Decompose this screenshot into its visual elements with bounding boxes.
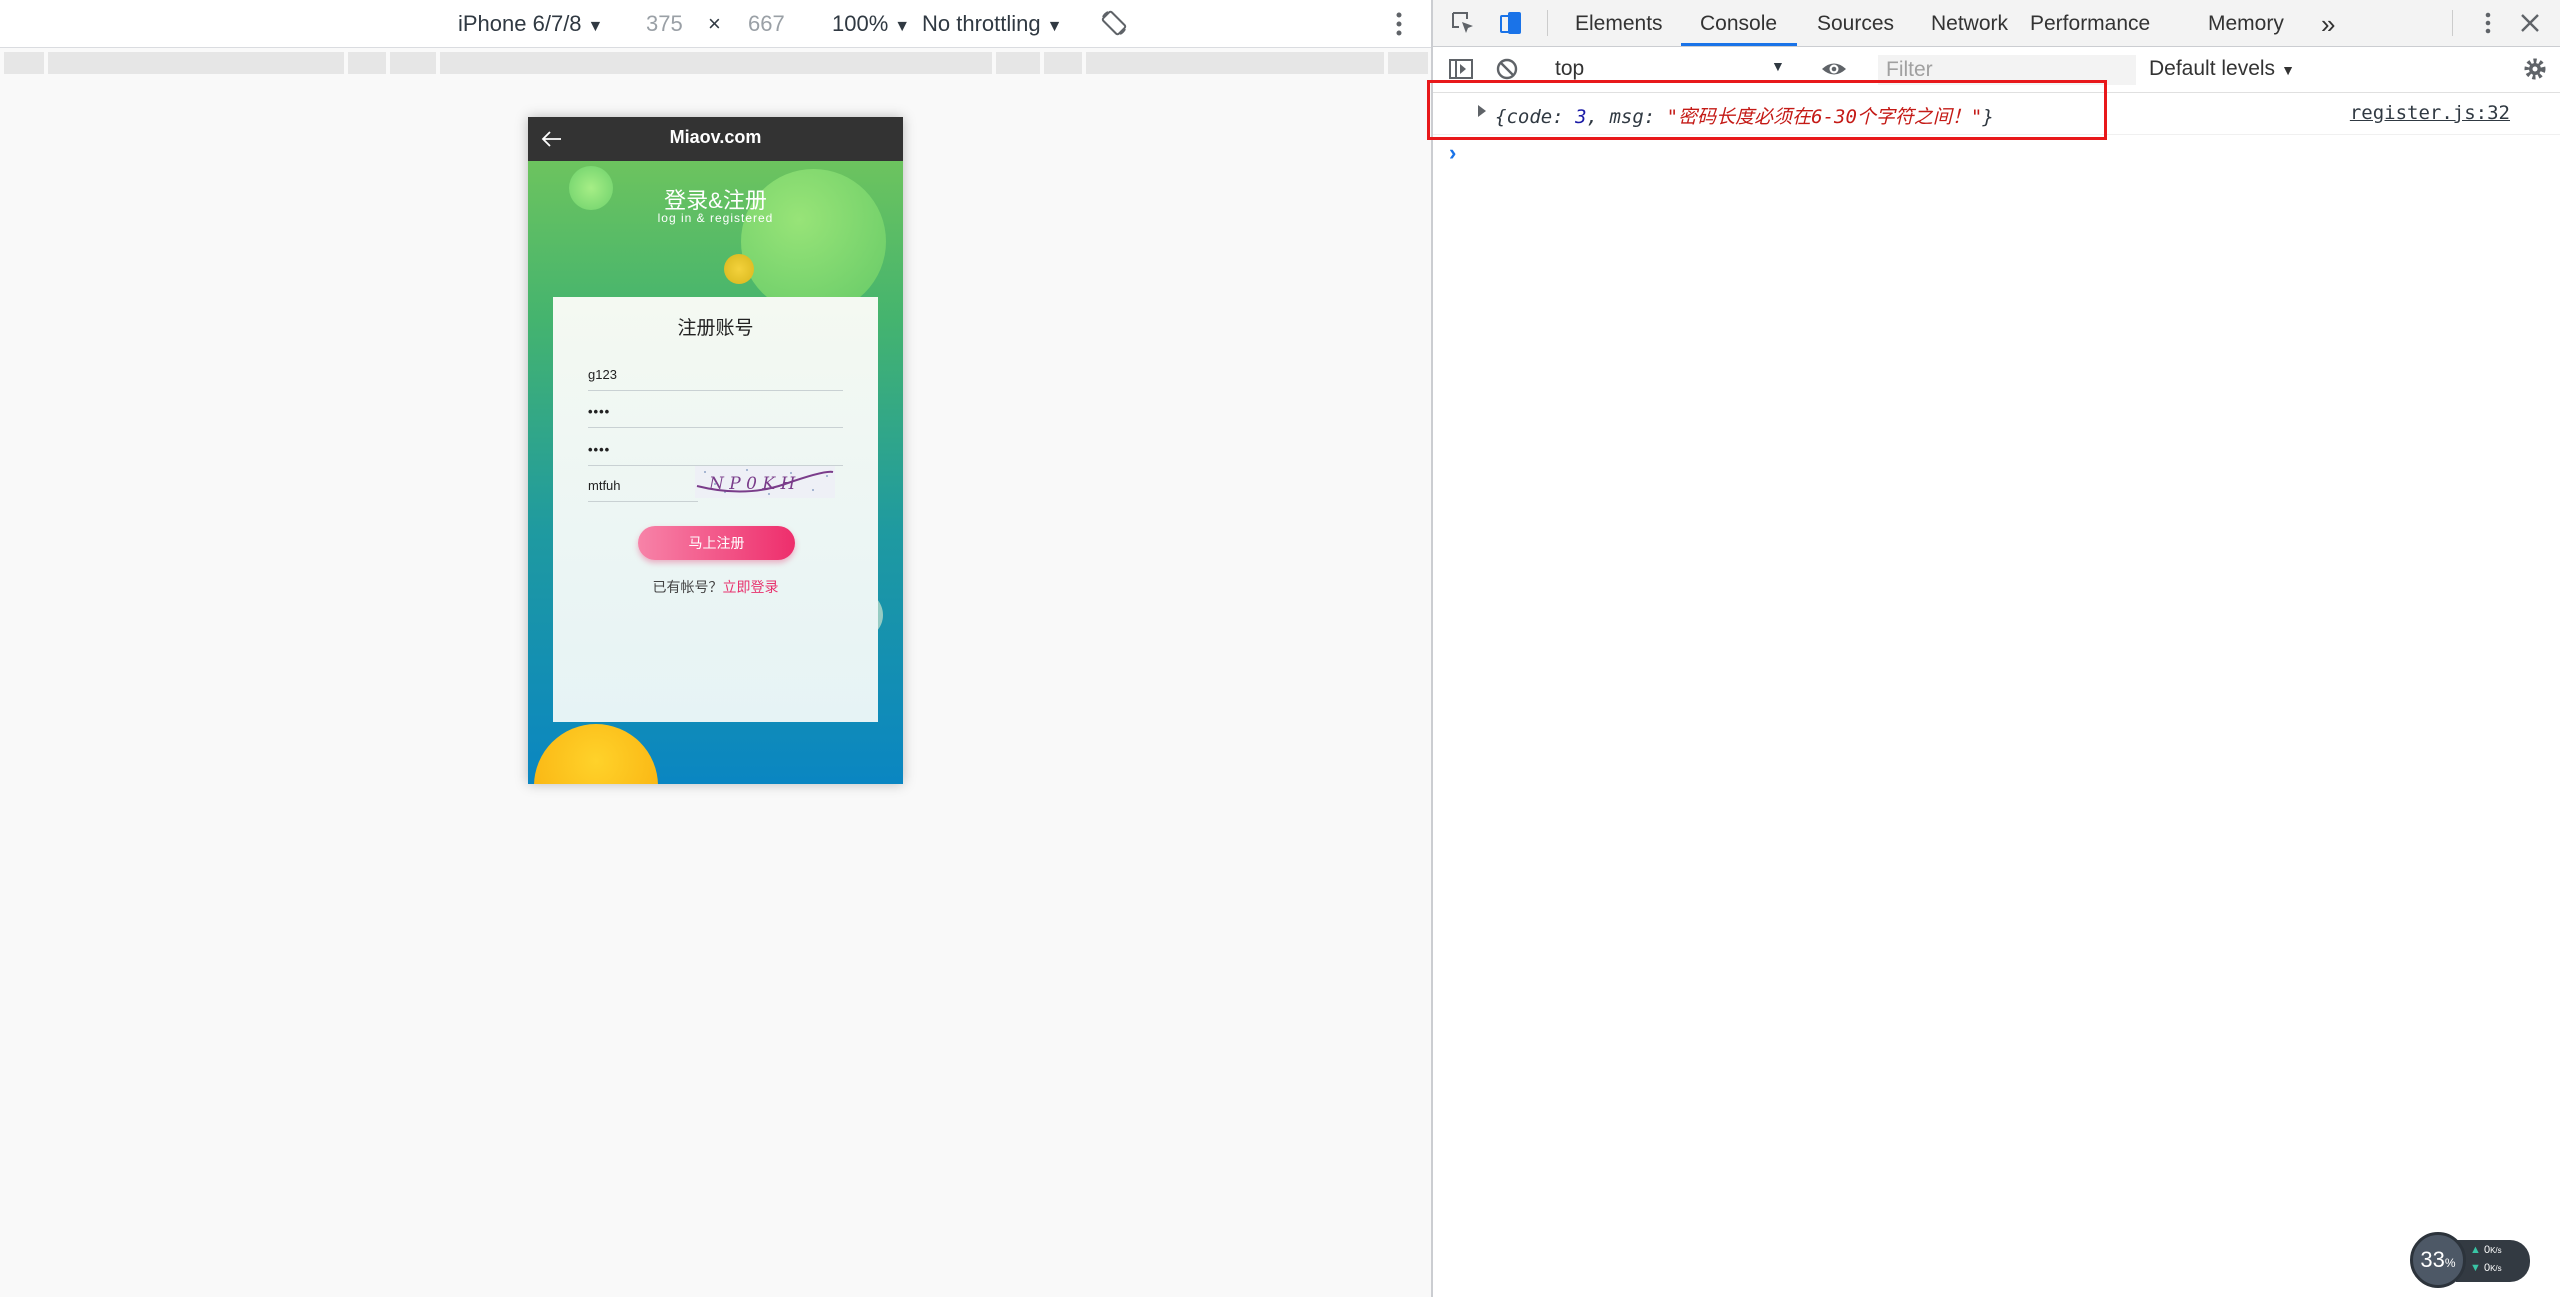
kebab-menu-icon[interactable] [1386, 9, 1412, 39]
media-query-segment[interactable] [390, 52, 436, 74]
media-query-segment[interactable] [1044, 52, 1082, 74]
network-speed-panel: ▲ 0K/s ▼ 0K/s [2456, 1240, 2530, 1282]
tab-performance[interactable]: Performance [2030, 0, 2150, 46]
register-card: 注册账号 g123 •••• •••• mtfuh N P 0 K H 马上注册… [553, 297, 878, 722]
caret-down-icon: ▼ [2281, 62, 2295, 78]
log-levels-select[interactable]: Default levels ▼ [2149, 55, 2295, 84]
media-query-bar [0, 50, 1431, 78]
cpu-usage-value: 33 [2420, 1247, 2445, 1272]
dimension-times: × [708, 11, 721, 36]
network-monitor-widget[interactable]: ▲ 0K/s ▼ 0K/s 33% [2410, 1232, 2530, 1288]
device-select-label: iPhone 6/7/8 [458, 11, 582, 36]
clear-console-icon[interactable] [1493, 55, 1521, 83]
caret-down-icon: ▼ [894, 18, 911, 35]
settings-gear-icon[interactable] [2521, 55, 2549, 83]
caret-down-icon: ▼ [587, 18, 604, 35]
active-tab-indicator [1681, 43, 1797, 46]
decorative-bubble [534, 724, 658, 784]
toolbar-divider [2452, 10, 2453, 36]
console-prompt[interactable]: › [1449, 140, 1456, 166]
toolbar-divider [1547, 10, 1548, 36]
context-label: top [1555, 57, 1585, 80]
tab-memory[interactable]: Memory [2208, 0, 2284, 46]
upload-rate-unit: K/s [2490, 1246, 2502, 1255]
login-link[interactable]: 立即登录 [723, 579, 779, 595]
throttle-select[interactable]: No throttling ▼ [922, 9, 1062, 39]
card-title: 注册账号 [677, 318, 754, 339]
username-value: g123 [588, 367, 617, 382]
annotation-highlight-box [1427, 80, 2107, 140]
tab-network[interactable]: Network [1931, 0, 2008, 46]
upload-rate: ▲ 0K/s [2470, 1244, 2502, 1256]
device-emulation-pane: iPhone 6/7/8 ▼ 375 × 667 100% ▼ No throttl… [0, 0, 1431, 1297]
media-query-segment[interactable] [48, 52, 344, 74]
hero-subtitle: log in & registered [657, 211, 774, 225]
tab-elements[interactable]: Elements [1575, 0, 1663, 46]
kebab-menu-icon[interactable] [2474, 9, 2502, 37]
caret-down-icon: ▼ [1046, 18, 1063, 35]
tab-console[interactable]: Console [1700, 0, 1777, 46]
username-field[interactable]: g123 [588, 354, 843, 391]
device-toolbar: iPhone 6/7/8 ▼ 375 × 667 100% ▼ No throttl… [0, 0, 1431, 48]
inspect-element-icon[interactable] [1449, 9, 1477, 37]
cpu-usage-badge[interactable]: 33% [2410, 1232, 2466, 1288]
tab-sources[interactable]: Sources [1817, 0, 1894, 46]
close-icon[interactable] [2516, 9, 2544, 37]
media-query-segment[interactable] [348, 52, 386, 74]
media-query-segment[interactable] [440, 52, 992, 74]
devtools-tabbar: Elements Console Sources Network Perform… [1433, 0, 2560, 47]
zoom-label: 100% [832, 11, 889, 36]
throttle-label: No throttling [922, 11, 1041, 36]
password-field[interactable]: •••• [588, 391, 843, 428]
captcha-value: mtfuh [588, 478, 621, 493]
media-query-segment[interactable] [996, 52, 1040, 74]
height-input[interactable]: 667 [748, 9, 785, 39]
confirm-password-value: •••• [588, 442, 611, 457]
log-levels-label: Default levels [2149, 57, 2276, 80]
eye-icon[interactable] [1820, 55, 1848, 83]
site-logo: Miaov.com [669, 127, 762, 147]
width-input[interactable]: 375 [646, 9, 683, 39]
context-select[interactable]: top [1543, 55, 1793, 83]
device-toggle-icon[interactable] [1497, 9, 1525, 37]
log-source-link[interactable]: register.js:32 [2350, 102, 2510, 124]
phone-viewport: Miaov.com 登录&注册 log in & registered 注册账号… [528, 117, 903, 784]
confirm-password-field[interactable]: •••• [588, 429, 843, 466]
have-account-text: 已有帐号？ [652, 579, 723, 595]
sidebar-toggle-icon[interactable] [1447, 55, 1475, 83]
media-query-segment[interactable] [1086, 52, 1384, 74]
register-button[interactable]: 马上注册 [638, 526, 795, 560]
media-query-segment[interactable] [4, 52, 44, 74]
login-prompt: 已有帐号？立即登录 [553, 577, 878, 597]
more-tabs-icon[interactable]: » [2321, 0, 2335, 46]
media-query-segment[interactable] [1388, 52, 1428, 74]
decorative-bubble [724, 254, 754, 284]
devtools-panel: Elements Console Sources Network Perform… [1427, 0, 2560, 1297]
caret-down-icon: ▼ [1771, 58, 1785, 74]
download-rate: ▼ 0K/s [2470, 1262, 2502, 1274]
captcha-field[interactable]: mtfuh [588, 465, 698, 502]
phone-header: Miaov.com [528, 117, 903, 161]
download-rate-unit: K/s [2490, 1264, 2502, 1273]
password-value: •••• [588, 404, 611, 419]
captcha-image[interactable]: N P 0 K H [695, 464, 835, 500]
cpu-usage-unit: % [2444, 1256, 2456, 1270]
rotate-icon[interactable] [1100, 9, 1128, 37]
device-select[interactable]: iPhone 6/7/8 ▼ [458, 9, 603, 39]
zoom-select[interactable]: 100% ▼ [832, 9, 910, 39]
